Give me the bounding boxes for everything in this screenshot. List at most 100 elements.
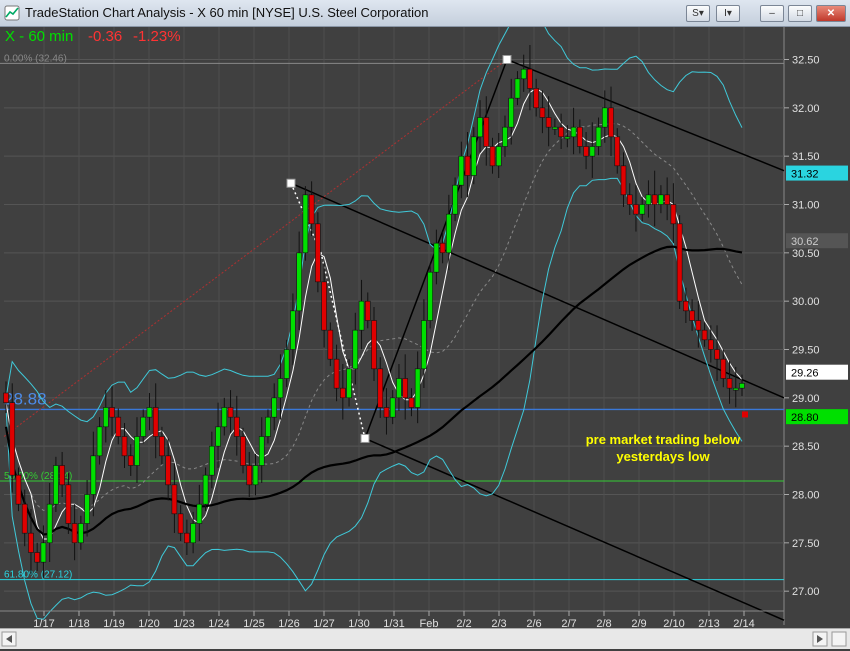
candle bbox=[483, 117, 490, 147]
candle bbox=[240, 436, 246, 466]
candle bbox=[658, 194, 664, 205]
candle bbox=[209, 445, 215, 476]
candle bbox=[302, 194, 309, 254]
x-tick-label: 2/6 bbox=[526, 618, 541, 627]
pivot-marker bbox=[502, 55, 512, 64]
maximize-button[interactable]: □ bbox=[788, 5, 812, 22]
horizontal-line-label: 61.80% (27.12) bbox=[4, 570, 72, 581]
title-bar: TradeStation Chart Analysis - X 60 min [… bbox=[0, 0, 850, 27]
x-tick-label: 1/26 bbox=[278, 618, 299, 627]
candle bbox=[396, 378, 402, 399]
candle bbox=[277, 378, 284, 399]
candle bbox=[514, 78, 521, 99]
candle bbox=[333, 358, 340, 389]
close-button[interactable]: ✕ bbox=[816, 5, 846, 22]
zoom-button[interactable] bbox=[831, 631, 847, 647]
symbol-link-button[interactable]: S▾ bbox=[686, 5, 710, 22]
candle bbox=[470, 136, 477, 176]
tradestation-app-icon bbox=[4, 5, 20, 21]
candle bbox=[714, 349, 720, 360]
candle bbox=[601, 107, 608, 128]
candle bbox=[65, 484, 72, 524]
candle bbox=[595, 126, 602, 147]
pivot-marker bbox=[286, 178, 296, 188]
y-tick-label: 32.50 bbox=[792, 55, 820, 67]
x-tick-label: 1/27 bbox=[313, 618, 334, 627]
chart-change-pct-label: -1.23% bbox=[133, 28, 181, 45]
candle bbox=[383, 407, 390, 418]
y-tick-label: 28.50 bbox=[792, 441, 820, 453]
annotation-line-2: yesterdays low bbox=[616, 449, 710, 464]
candle bbox=[570, 126, 577, 138]
candle bbox=[96, 426, 103, 457]
candle bbox=[708, 339, 714, 350]
candle bbox=[639, 204, 646, 215]
chart-symbol-label: X - 60 min bbox=[5, 28, 73, 45]
price-chart[interactable]: 28.8850.00% (28.14)61.80% (27.12)0.00% (… bbox=[0, 27, 850, 627]
indicator-button[interactable]: I▾ bbox=[716, 5, 740, 22]
y-tick-label: 30.00 bbox=[792, 296, 820, 308]
candle bbox=[421, 320, 427, 370]
candle bbox=[215, 426, 221, 447]
candle bbox=[377, 368, 384, 408]
candle bbox=[202, 474, 209, 505]
candle bbox=[28, 532, 34, 553]
minimize-button[interactable]: – bbox=[760, 5, 784, 22]
candle bbox=[533, 88, 539, 109]
y-tick-label: 28.00 bbox=[792, 490, 820, 502]
plot-background bbox=[0, 27, 784, 627]
x-tick-label: 2/2 bbox=[456, 618, 471, 627]
candle bbox=[620, 165, 627, 196]
price-label: 28.80 bbox=[791, 412, 819, 424]
candle bbox=[458, 155, 465, 186]
candle bbox=[645, 194, 652, 205]
candle bbox=[508, 97, 515, 128]
candle bbox=[477, 117, 483, 138]
candle bbox=[184, 532, 190, 544]
horizontal-line-label: 0.00% (32.46) bbox=[4, 53, 67, 64]
candle bbox=[3, 392, 9, 403]
candle bbox=[358, 300, 365, 331]
candle bbox=[78, 523, 84, 544]
chart-area[interactable]: 28.88 50.00% (28.14) 61.80% (27.12) 0.00% (… bbox=[0, 27, 850, 651]
y-tick-label: 32.00 bbox=[792, 103, 820, 115]
candle bbox=[626, 194, 633, 205]
candle bbox=[115, 416, 122, 437]
candle bbox=[670, 204, 677, 225]
y-tick-label: 27.00 bbox=[792, 586, 820, 598]
candle bbox=[583, 146, 589, 157]
pivot-marker bbox=[360, 433, 370, 443]
candle bbox=[159, 436, 165, 457]
x-tick-label: 2/13 bbox=[698, 618, 719, 627]
candle bbox=[414, 368, 421, 408]
x-tick-label: 1/24 bbox=[208, 618, 229, 627]
candle bbox=[689, 310, 695, 321]
candle bbox=[308, 194, 315, 225]
x-tick-label: 1/20 bbox=[138, 618, 159, 627]
price-label: 29.26 bbox=[791, 368, 819, 380]
x-tick-label: Feb bbox=[420, 618, 439, 627]
candle bbox=[340, 387, 346, 399]
candle bbox=[252, 465, 259, 486]
candle bbox=[527, 68, 533, 89]
candle bbox=[452, 184, 458, 215]
candle bbox=[221, 407, 228, 428]
x-tick-label: 1/25 bbox=[243, 618, 264, 627]
candle bbox=[327, 329, 334, 360]
candle bbox=[84, 494, 90, 524]
candle bbox=[489, 146, 496, 167]
candle bbox=[701, 329, 708, 341]
price-label: 30.62 bbox=[791, 236, 819, 248]
candle bbox=[577, 126, 583, 147]
candle bbox=[726, 378, 733, 389]
candle bbox=[59, 465, 65, 486]
candle bbox=[552, 126, 558, 130]
candle bbox=[90, 455, 97, 495]
candle bbox=[46, 503, 53, 544]
horizontal-scrollbar[interactable] bbox=[0, 628, 850, 649]
candle bbox=[121, 436, 128, 457]
candle bbox=[402, 378, 408, 399]
candle bbox=[539, 107, 546, 118]
candle bbox=[676, 223, 683, 302]
candle bbox=[346, 368, 352, 399]
